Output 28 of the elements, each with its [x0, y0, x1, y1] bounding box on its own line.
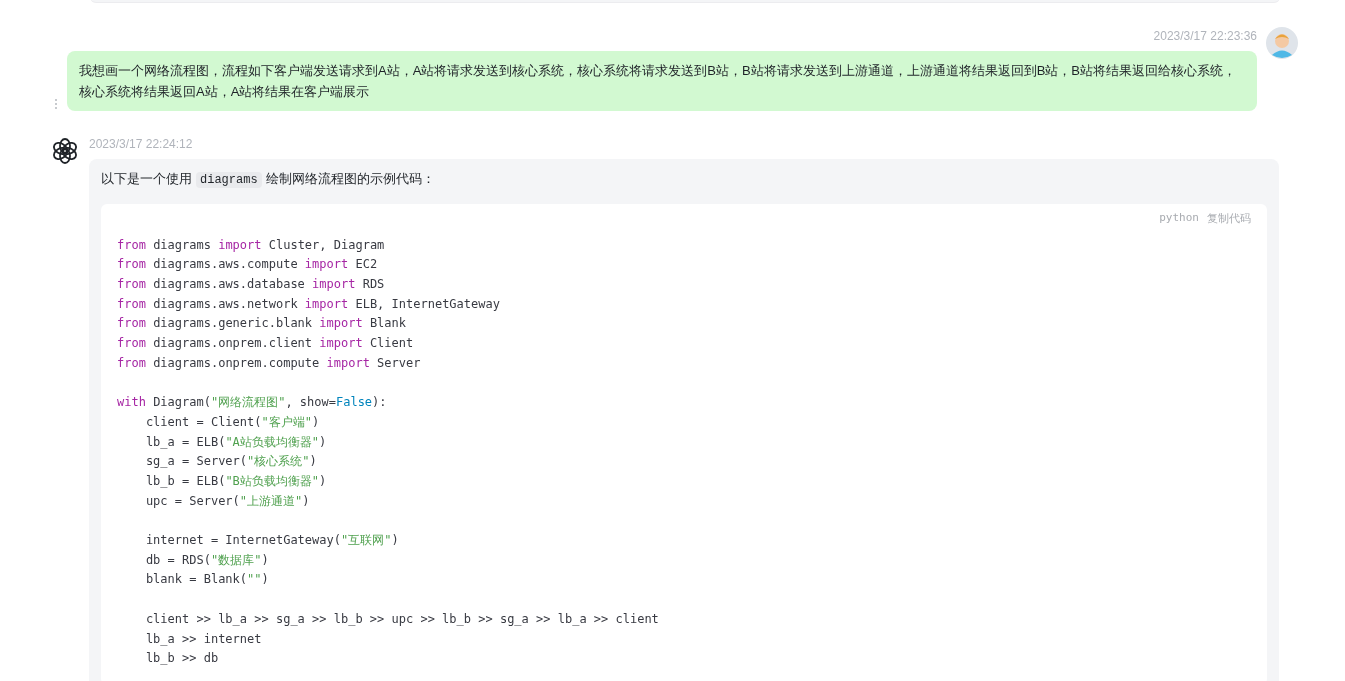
- code-line: from diagrams.onprem.client import Client: [117, 335, 414, 352]
- code-line: with Diagram("网络流程图", show=False):: [117, 394, 387, 412]
- code-line: from diagrams.onprem.compute import Server: [117, 354, 421, 372]
- code-line: client = Client("客户端"): [144, 413, 320, 431]
- code-line: from diagrams.aws.compute import EC2: [117, 256, 378, 274]
- user-avatar: [1266, 27, 1298, 59]
- code-line: from diagrams.aws.network import ELB, InternetGateway: [117, 295, 500, 313]
- code-line: lb_a >> internet: [144, 630, 262, 648]
- code-line: from diagrams.aws.database import RDS: [117, 275, 385, 293]
- code-line: client >> lb_a >> sg_a >> lb_b >> upc >> lb_b >> sg_a >> lb_a >> client: [144, 610, 659, 628]
- code-language-label: python: [1159, 210, 1199, 226]
- message-timestamp: 2023/3/17 22:23:36: [1153, 28, 1257, 45]
- code-line: lb_a = ELB("A站负载均衡器"): [144, 433, 327, 451]
- code-line: from diagrams import Cluster, Diagram: [117, 236, 385, 254]
- user-message-bubble: 我想画一个网络流程图，流程如下客户端发送请求到A站，A站将请求发送到核心系统，核心系统将请求发送到B站，B站将请求发送到上游通道，上游通道将结果返回到B站，B站将结果返回给核心系统，核心系统将结果返回A站，A站将结果在客户端展示: [67, 51, 1257, 111]
- code-line: lb_b = ELB("B站负载均衡器"): [144, 472, 327, 490]
- assistant-logo-icon: [51, 137, 79, 165]
- code-line: db = RDS("数据库"): [144, 551, 269, 569]
- code-line: upc = Server("上游通道"): [144, 492, 310, 510]
- code-line: sg_a = Server("核心系统"): [144, 453, 317, 471]
- copy-code-button[interactable]: 复制代码: [1207, 210, 1251, 227]
- code-line: from diagrams.generic.blank import Blank: [117, 315, 406, 333]
- intro-sentence: 以下是一个使用 diagrams 绘制网络流程图的示例代码：: [101, 170, 436, 190]
- message-timestamp: 2023/3/17 22:24:12: [89, 136, 194, 152]
- code-line: internet = InternetGateway("互联网"): [144, 532, 399, 549]
- code-line: blank = Blank(""): [144, 571, 269, 589]
- code-line: lb_b >> db: [144, 650, 219, 668]
- more-options-icon[interactable]: [54, 98, 58, 110]
